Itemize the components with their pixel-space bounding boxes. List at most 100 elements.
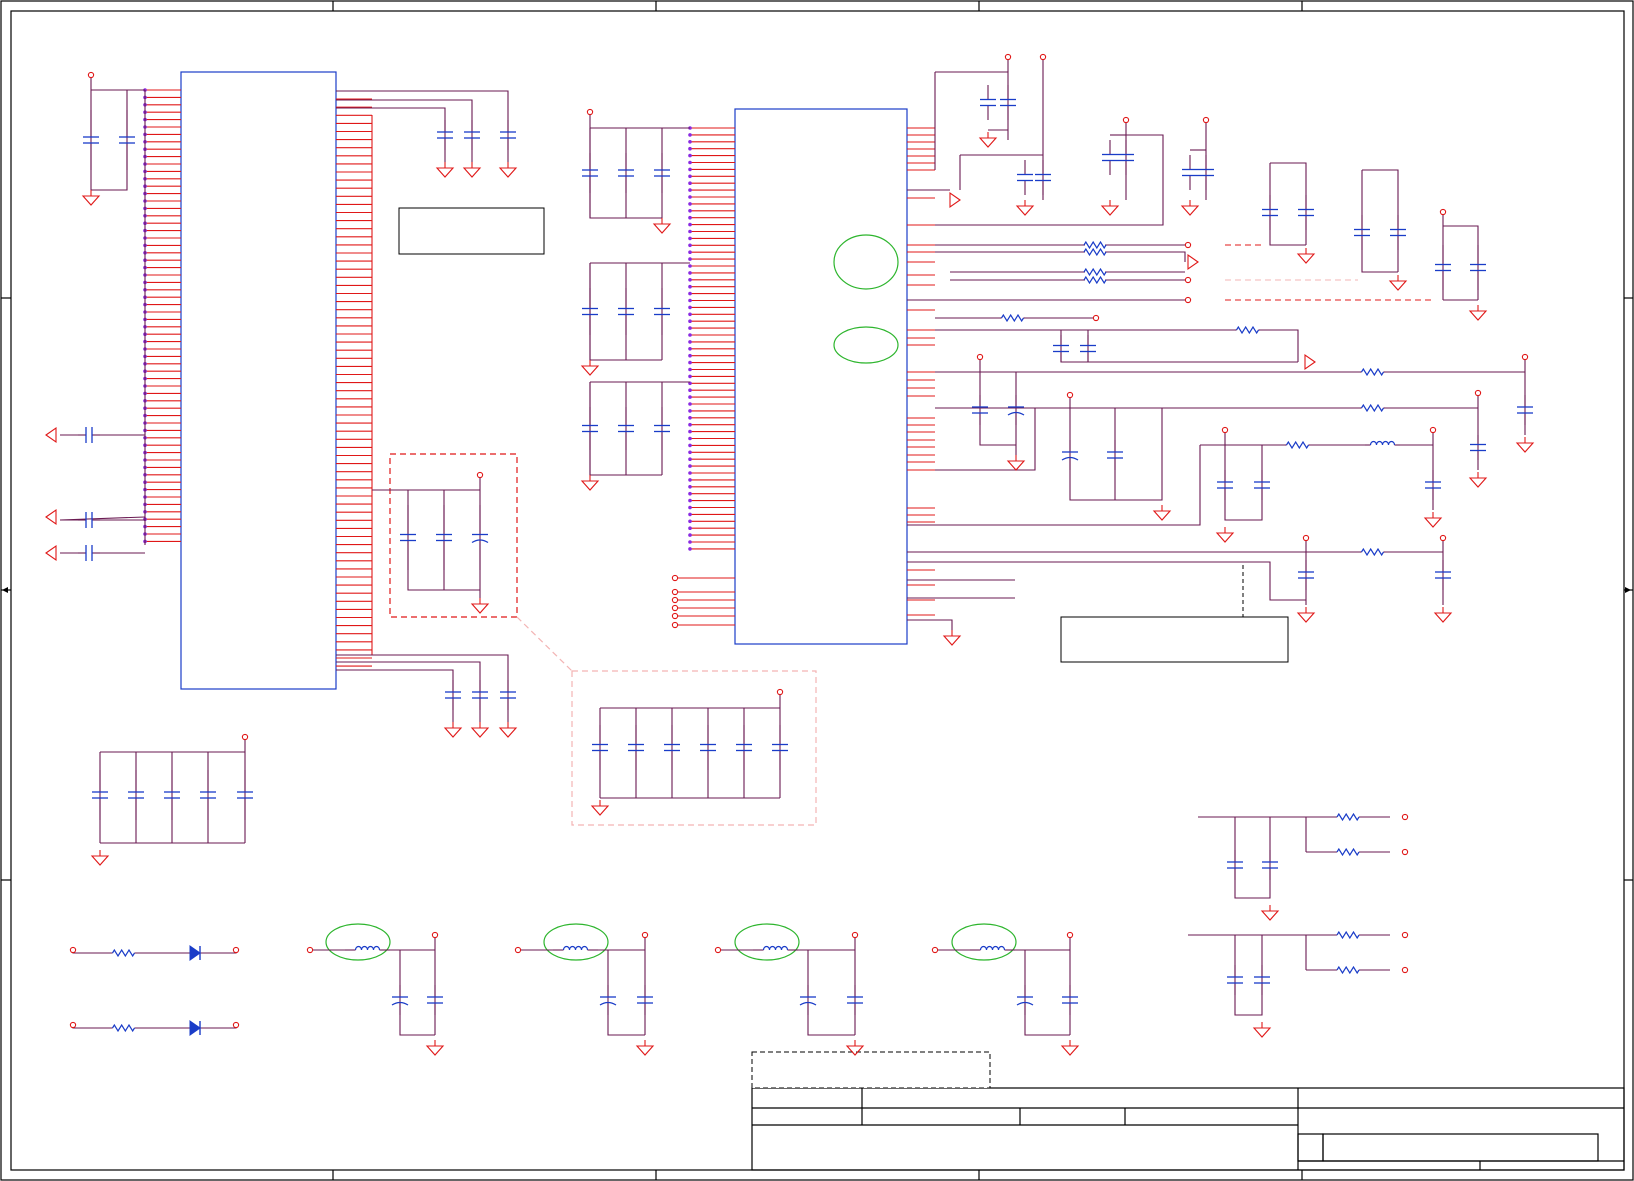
terminal-circle [1474, 389, 1482, 397]
terminal-circle [976, 353, 984, 361]
junction-dot [688, 236, 692, 241]
junction-dot [688, 367, 692, 372]
junction-dot [688, 491, 692, 496]
junction-dot [688, 188, 692, 192]
terminal-circle [476, 471, 484, 479]
note-box-bottom [751, 1051, 991, 1089]
terminal-circle [1439, 208, 1447, 216]
terminal-circle [1302, 534, 1310, 542]
junction-dot [688, 284, 692, 289]
junction-dot [688, 360, 692, 365]
terminal-circle [232, 946, 240, 954]
junction-dot [688, 429, 692, 434]
terminal-circle [232, 1021, 240, 1029]
junction-dot [688, 146, 692, 151]
junction-dot [688, 416, 692, 420]
junction-dot [688, 519, 692, 524]
junction-dot [688, 264, 692, 268]
junction-dot [688, 257, 692, 261]
junction-dot [688, 140, 692, 144]
junction-dot [688, 222, 692, 227]
terminal-circle [1039, 53, 1047, 61]
terminal-circle [1401, 966, 1409, 974]
junction-dot [688, 291, 692, 296]
terminal-circle [1401, 813, 1409, 821]
junction-dot [688, 167, 692, 172]
terminal-circle [1429, 426, 1437, 434]
terminal-circle [671, 588, 679, 596]
junction-dot [688, 526, 692, 530]
terminal-circle [641, 931, 649, 939]
terminal-circle [1521, 353, 1529, 361]
junction-dot [688, 533, 692, 537]
junction-dot [688, 326, 692, 330]
terminal-circle [69, 1021, 77, 1029]
terminal-circle [87, 71, 95, 79]
junction-dot [688, 485, 692, 489]
junction-dot [688, 298, 692, 303]
terminal-circle [69, 946, 77, 954]
junction-dot [688, 457, 692, 462]
terminal-circle [586, 108, 594, 116]
junction-dot [688, 250, 692, 254]
junction-dot [688, 471, 692, 475]
terminal-circle [1092, 314, 1100, 322]
note-box-right [1060, 616, 1289, 663]
junction-dot [688, 409, 692, 413]
terminal-circle [241, 733, 249, 741]
junction-dot [688, 402, 692, 406]
terminal-circle [1184, 241, 1192, 249]
junction-dot [688, 512, 692, 517]
terminal-circle [1066, 931, 1074, 939]
terminal-circle [671, 612, 679, 620]
terminal-circle [1439, 534, 1447, 542]
terminal-circle [514, 946, 522, 954]
terminal-circle [1122, 116, 1130, 124]
junction-dot [688, 229, 692, 234]
junction-dot [688, 271, 692, 275]
junction-dot [688, 312, 692, 317]
junction-dot [688, 202, 692, 206]
terminal-circle [776, 688, 784, 696]
terminal-circle [1202, 116, 1210, 124]
junction-dot [688, 450, 692, 455]
junction-dot [688, 388, 692, 393]
terminal-circle [851, 931, 859, 939]
schematic-sheet [0, 0, 1634, 1181]
junction-dot [688, 347, 692, 351]
junction-dot [688, 153, 692, 158]
junction-dot [688, 319, 692, 324]
junction-dot [688, 209, 692, 213]
terminal-circle [671, 574, 679, 582]
junction-dot [688, 174, 692, 179]
terminal-circle [671, 621, 679, 629]
terminal-circle [1004, 53, 1012, 61]
terminal-circle [931, 946, 939, 954]
junction-dot [688, 353, 692, 358]
terminal-circle [1066, 391, 1074, 399]
junction-dot [688, 278, 692, 282]
terminal-circle [671, 596, 679, 604]
terminal-circle [431, 931, 439, 939]
terminal-circle [714, 946, 722, 954]
terminal-circle [1401, 931, 1409, 939]
junction-dot [688, 195, 692, 199]
junction-dot [688, 478, 692, 482]
junction-dot [688, 215, 692, 220]
junction-dot [688, 464, 692, 468]
junction-dot [688, 498, 692, 503]
junction-dot [688, 333, 692, 337]
junction-dot [688, 395, 692, 399]
terminal-circle [1184, 276, 1192, 284]
terminal-circle [1401, 848, 1409, 856]
junction-dot [688, 305, 692, 310]
junction-dot [688, 243, 692, 248]
junction-dot [688, 436, 692, 441]
junction-dot [688, 133, 692, 137]
sheet-background [0, 0, 1634, 1181]
junction-dot [688, 505, 692, 510]
terminal-circle [1221, 426, 1229, 434]
junction-dot [688, 540, 692, 544]
junction-dot [688, 374, 692, 379]
terminal-circle [306, 946, 314, 954]
